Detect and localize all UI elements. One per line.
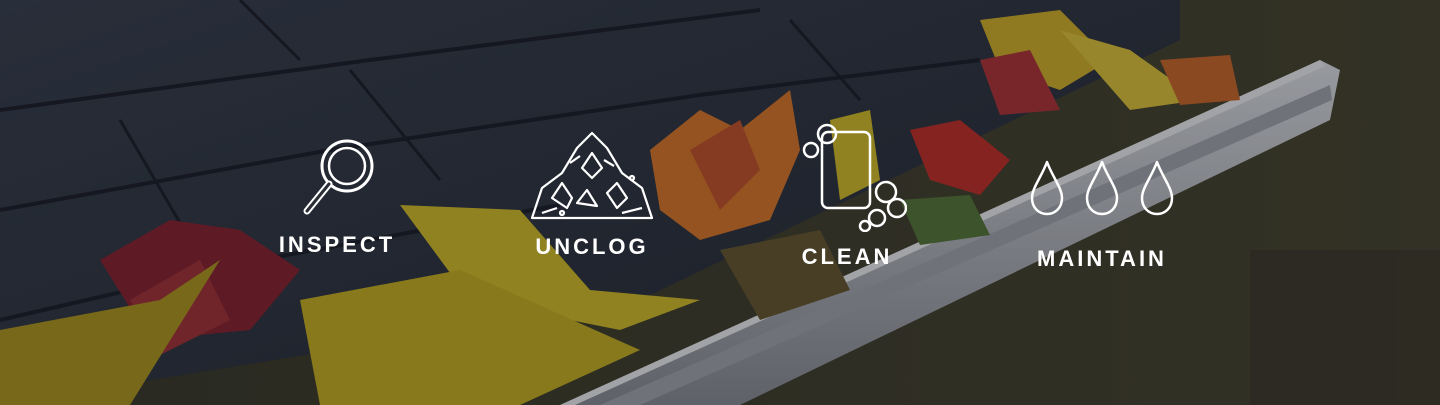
gutter-service-steps: INSPECT UNCLOG CLEAN MAINTAIN	[0, 0, 1440, 405]
step-label-clean: CLEAN	[801, 244, 893, 269]
step-inspect: INSPECT	[237, 136, 437, 258]
step-label-maintain: MAINTAIN	[1037, 246, 1167, 271]
step-label-inspect: INSPECT	[278, 232, 396, 257]
step-clean: CLEAN	[747, 122, 947, 270]
magnifying-glass-icon	[303, 139, 374, 215]
leaf-pile-icon	[530, 131, 654, 220]
water-drops-icon	[1030, 160, 1174, 216]
sponge-bubbles-icon	[802, 123, 907, 232]
step-label-unclog: UNCLOG	[535, 234, 649, 259]
step-maintain: MAINTAIN	[1002, 158, 1202, 272]
step-unclog: UNCLOG	[492, 128, 692, 260]
